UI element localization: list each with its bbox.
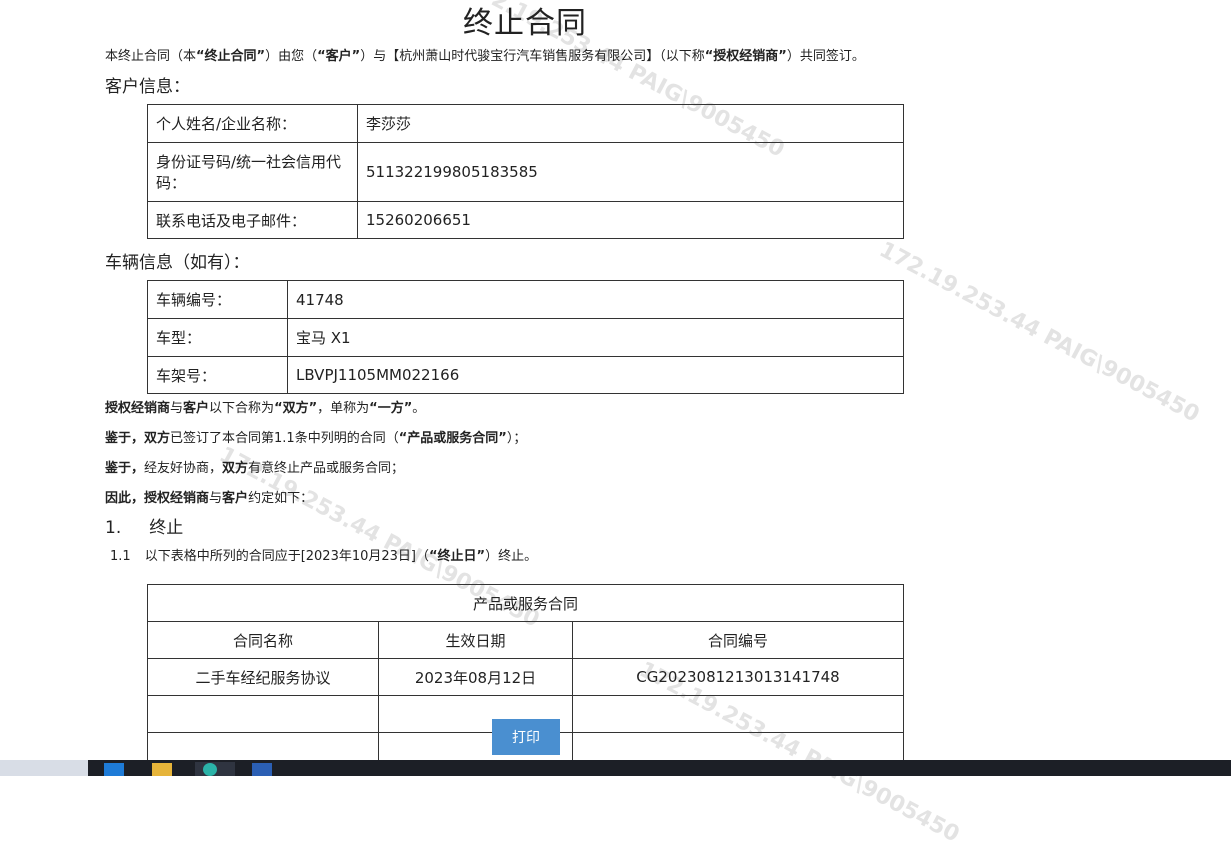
intro-paragraph: 本终止合同（本“终止合同”）由您（“客户”）与【杭州萧山时代骏宝行汽车销售服务有…	[105, 49, 865, 64]
print-button[interactable]: 打印	[492, 719, 560, 755]
table-header-row: 合同名称 生效日期 合同编号	[147, 621, 904, 659]
table-row: 车辆编号： 41748	[147, 280, 904, 319]
table-row: 联系电话及电子邮件： 15260206651	[147, 201, 904, 239]
contract-number-cell: CG2023081213013141748	[572, 658, 904, 696]
contact-value: 15260206651	[357, 201, 904, 239]
document-title: 终止合同	[463, 6, 587, 41]
section-title: 终止	[149, 518, 184, 538]
table-caption: 产品或服务合同	[147, 584, 904, 622]
table-caption-row: 产品或服务合同	[147, 584, 904, 622]
taskbar-widget-icon[interactable]	[0, 760, 88, 776]
table-row: 车架号： LBVPJ1105MM022166	[147, 356, 904, 394]
os-taskbar	[0, 760, 1231, 776]
browser-icon	[203, 763, 217, 776]
file-explorer-icon[interactable]	[152, 763, 172, 776]
customer-info-table: 个人姓名/企业名称： 李莎莎 身份证号码/统一社会信用代码： 511322199…	[147, 104, 904, 239]
name-label: 个人姓名/企业名称：	[147, 104, 358, 143]
column-header-name: 合同名称	[147, 621, 379, 659]
table-row: 个人姓名/企业名称： 李莎莎	[147, 104, 904, 143]
table-row: 身份证号码/统一社会信用代码： 511322199805183585	[147, 142, 904, 202]
word-app-icon[interactable]	[252, 763, 272, 776]
contract-name-cell: 二手车经纪服务协议	[147, 658, 379, 696]
vehicle-info-heading: 车辆信息（如有）：	[105, 253, 250, 273]
vehicle-model-value: 宝马 X1	[287, 318, 904, 357]
vehicle-no-value: 41748	[287, 280, 904, 319]
customer-info-heading: 客户信息：	[105, 77, 190, 97]
therefore-clause: 因此，授权经销商与客户约定如下：	[105, 491, 314, 506]
contact-label: 联系电话及电子邮件：	[147, 201, 358, 239]
empty-cell	[147, 695, 379, 733]
vin-label: 车架号：	[147, 356, 288, 394]
table-row: 车型： 宝马 X1	[147, 318, 904, 357]
column-header-date: 生效日期	[378, 621, 573, 659]
vehicle-info-table: 车辆编号： 41748 车型： 宝马 X1 车架号： LBVPJ1105MM02…	[147, 280, 904, 394]
name-value: 李莎莎	[357, 104, 904, 143]
section-1-heading: 1. 终止	[105, 513, 183, 538]
vehicle-no-label: 车辆编号：	[147, 280, 288, 319]
id-label: 身份证号码/统一社会信用代码：	[147, 142, 358, 202]
contract-date-cell: 2023年08月12日	[378, 658, 573, 696]
whereas-clause-1: 鉴于，双方已签订了本合同第1.1条中列明的合同（“产品或服务合同”）；	[105, 431, 527, 446]
section-number: 1.	[105, 518, 122, 538]
windows-start-icon[interactable]	[104, 763, 124, 776]
browser-taskbar-item[interactable]	[195, 762, 235, 776]
empty-cell	[572, 695, 904, 733]
watermark: 172.19.253.44 PAIG\9005450	[875, 237, 1204, 428]
id-value: 511322199805183585	[357, 142, 904, 202]
column-header-number: 合同编号	[572, 621, 904, 659]
clause-1-1: 1.1 以下表格中所列的合同应于[2023年10月23日]（“终止日”）终止。	[110, 549, 538, 564]
vehicle-model-label: 车型：	[147, 318, 288, 357]
whereas-clause-2: 鉴于，经友好协商，双方有意终止产品或服务合同；	[105, 461, 405, 476]
party-definition: 授权经销商与客户以下合称为“双方”，单称为“一方”。	[105, 401, 426, 416]
vin-value: LBVPJ1105MM022166	[287, 356, 904, 394]
table-row: 二手车经纪服务协议 2023年08月12日 CG2023081213013141…	[147, 658, 904, 696]
